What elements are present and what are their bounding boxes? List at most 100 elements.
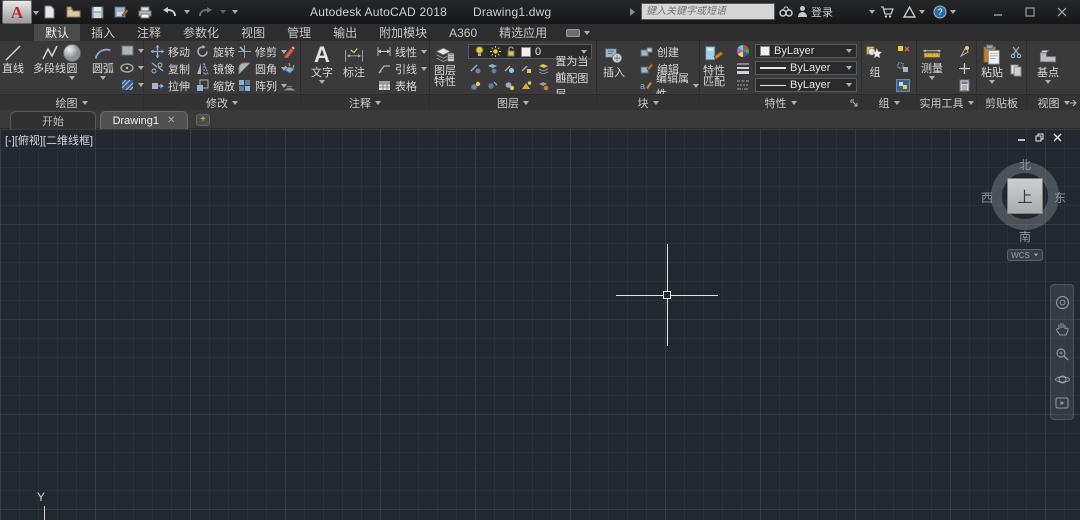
tab-view[interactable]: 视图 (230, 24, 276, 41)
viewcube-west[interactable]: 西 (981, 189, 993, 206)
viewcube-north[interactable]: 北 (1019, 156, 1031, 173)
erase-button[interactable] (282, 44, 296, 59)
text-button[interactable]: A 文字 (311, 43, 333, 84)
layer-on-tool-icon[interactable] (504, 80, 515, 92)
ribbon-minimize-toggle[interactable] (566, 24, 590, 41)
search-input[interactable] (646, 6, 770, 17)
tab-addins[interactable]: 附加模块 (368, 24, 438, 41)
copy-clip-icon[interactable] (1009, 63, 1023, 77)
undo-caret-icon[interactable] (184, 10, 190, 14)
doc-minimize-icon[interactable] (1017, 133, 1026, 142)
properties-dialog-launcher-icon[interactable] (850, 99, 858, 107)
search-expand-icon[interactable] (630, 8, 635, 16)
leader-button[interactable]: 引线 (377, 61, 427, 76)
groups-panel-label[interactable]: 组 (862, 94, 916, 110)
zoom-icon[interactable] (1055, 347, 1069, 361)
maximize-button[interactable] (1014, 0, 1046, 24)
arc-button[interactable]: 圆弧 (92, 43, 114, 80)
search-button[interactable] (779, 3, 793, 20)
create-block-button[interactable]: 创建 (639, 44, 679, 59)
doc-close-icon[interactable] (1053, 133, 1062, 142)
pan-icon[interactable] (1056, 321, 1069, 336)
rotate-button[interactable]: 旋转 (195, 44, 235, 59)
rectangle-button[interactable] (120, 43, 144, 58)
exchange-caret-icon[interactable] (919, 10, 925, 14)
orbit-icon[interactable] (1055, 373, 1070, 386)
open-file-button[interactable] (64, 3, 82, 21)
sign-in-control[interactable]: 登录 (797, 3, 833, 20)
layer-freeze-tool-icon[interactable] (504, 63, 515, 75)
close-button[interactable] (1046, 0, 1078, 24)
help-search-box[interactable] (641, 3, 775, 20)
group-selection-toggle-icon[interactable] (896, 78, 910, 92)
draw-panel-label[interactable]: 绘图 (0, 94, 143, 110)
close-drawing-tab-icon[interactable]: ✕ (167, 115, 175, 126)
layer-thaw-icon[interactable] (487, 80, 498, 92)
array-button[interactable]: 阵列 (237, 78, 287, 93)
plot-button[interactable] (136, 3, 154, 21)
explode-button[interactable] (282, 61, 296, 76)
layer-off-icon[interactable] (470, 63, 481, 75)
drawing-canvas[interactable]: [-][俯视][二维线框] 上 北 西 东 南 WCS (0, 129, 1080, 520)
doc-restore-icon[interactable] (1035, 133, 1044, 142)
measure-button[interactable]: 测量 (921, 43, 943, 80)
tab-default[interactable]: 默认 (34, 24, 80, 41)
cut-icon[interactable] (1009, 45, 1023, 59)
group-edit-icon[interactable] (896, 61, 910, 75)
app-menu-caret-icon[interactable] (33, 11, 39, 15)
move-button[interactable]: 移动 (150, 44, 190, 59)
tab-parametric[interactable]: 参数化 (172, 24, 230, 41)
wcs-menu-button[interactable]: WCS (1007, 249, 1043, 261)
viewcube-south[interactable]: 南 (1019, 228, 1031, 245)
new-file-button[interactable] (40, 3, 58, 21)
file-tab-start[interactable]: 开始 (10, 111, 96, 129)
line-button[interactable]: 直线 (2, 43, 24, 75)
match-properties-button[interactable]: 特性匹配 (703, 43, 725, 88)
layer-unlock-icon[interactable] (470, 80, 481, 92)
navigation-bar[interactable] (1050, 284, 1074, 420)
trim-button[interactable]: 修剪 (237, 44, 287, 59)
tab-manage[interactable]: 管理 (276, 24, 322, 41)
layer-properties-button[interactable]: 图层特性 (434, 43, 456, 88)
match-layer-icon[interactable] (538, 80, 549, 92)
paste-button[interactable]: 粘贴 (981, 43, 1003, 84)
viewcube-east[interactable]: 东 (1054, 189, 1066, 206)
app-store-button[interactable] (880, 3, 894, 20)
set-current-icon[interactable] (538, 63, 549, 75)
point-marker-icon[interactable] (957, 61, 971, 75)
help-caret-icon[interactable] (950, 10, 956, 14)
viewcube-top-face[interactable]: 上 (1007, 178, 1043, 214)
annotate-panel-label[interactable]: 注释 (301, 94, 429, 110)
redo-button[interactable] (196, 3, 214, 21)
qat-customize-caret-icon[interactable] (232, 10, 238, 14)
utilities-panel-label[interactable]: 实用工具 (917, 94, 976, 110)
ungroup-icon[interactable] (896, 44, 910, 58)
navigation-wheel-icon[interactable] (1055, 295, 1070, 310)
layer-lock-tool-icon[interactable] (521, 63, 532, 75)
mirror-button[interactable]: 镜像 (195, 61, 235, 76)
autodesk-exchange-button[interactable] (903, 3, 925, 20)
hatch-button[interactable] (120, 77, 144, 92)
lineweight-list-icon[interactable] (736, 61, 750, 75)
showmotion-icon[interactable] (1055, 397, 1069, 409)
tab-annotate[interactable]: 注释 (126, 24, 172, 41)
id-point-icon[interactable] (957, 44, 971, 58)
lineweight-dropdown[interactable]: ByLayer (755, 61, 857, 75)
help-button[interactable]: ? (933, 3, 956, 20)
tab-featured-apps[interactable]: 精选应用 (488, 24, 558, 41)
view-panel-label[interactable]: 视图 (1027, 94, 1080, 110)
minimize-button[interactable] (982, 0, 1014, 24)
ribbon-overflow-icon[interactable] (1069, 99, 1077, 107)
modify-panel-label[interactable]: 修改 (144, 94, 300, 110)
clipboard-panel-label[interactable]: 剪贴板 (977, 94, 1026, 110)
application-menu-button[interactable]: A (2, 0, 32, 24)
properties-panel-label[interactable]: 特性 (700, 94, 861, 110)
group-button[interactable]: 组 (865, 43, 885, 79)
object-color-dropdown[interactable]: ByLayer (755, 44, 857, 58)
save-as-button[interactable] (112, 3, 130, 21)
signin-caret-icon[interactable] (869, 10, 875, 14)
viewport-controls[interactable]: [-][俯视][二维线框] (5, 132, 93, 148)
layer-merge-icon[interactable] (521, 80, 532, 92)
redo-caret-icon[interactable] (220, 10, 226, 14)
block-panel-label[interactable]: 块 (597, 94, 699, 110)
